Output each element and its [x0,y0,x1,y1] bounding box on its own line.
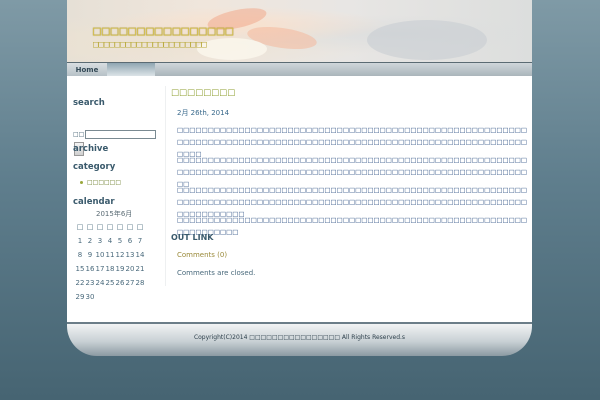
site-description: □□□□□□□□□□□□□□□□□□□□□ [93,40,207,50]
calendar-day: 13 [125,251,135,259]
site-header: □□□□□□□□□□□□□□□□ □□□□□□□□□□□□□□□□□□□□□ [67,0,532,62]
post-date: 2月 26th, 2014 [177,109,230,117]
out-link-heading: OUT LINK [171,233,214,242]
calendar-day: 21 [135,265,145,273]
calendar-day [135,290,145,304]
calendar-week-row: 29 30 [75,290,145,304]
calendar-day: 7 [137,237,143,245]
main-area: search □□ archive category □□□□□□ calend… [67,76,532,324]
page-container: □□□□□□□□□□□□□□□□ □□□□□□□□□□□□□□□□□□□□□ H… [67,0,532,356]
calendar-day [125,290,135,304]
comments-closed-text: Comments are closed. [177,269,256,277]
site-footer: Copyright(C)2014 □□□□□□□□□□□□□□□□ All Ri… [67,322,532,356]
comments-link[interactable]: Comments (0) [177,251,227,259]
calendar-weekday: □ [86,223,94,231]
calendar-day: 14 [135,251,145,259]
nav-bar: Home [67,62,532,77]
calendar-day: 16 [85,265,95,273]
calendar-day: 6 [127,237,133,245]
bullet-icon [80,181,83,184]
calendar-day: 27 [125,279,135,287]
calendar-day: 19 [115,265,125,273]
archive-heading: archive [73,144,109,154]
header-image-plate [197,38,267,60]
calendar-day: 8 [77,251,83,259]
calendar-day [115,290,125,304]
search-heading: search [73,98,105,108]
post-title-link[interactable]: □□□□□□□□ [171,88,235,98]
calendar-day: 18 [105,265,115,273]
calendar-heading: calendar [73,197,115,207]
calendar-day [105,290,115,304]
calendar-day: 20 [125,265,135,273]
calendar-day: 1 [77,237,83,245]
calendar-day: 30 [85,293,95,301]
calendar-day: 15 [75,265,85,273]
calendar-weekday: □ [136,223,144,231]
calendar-weekday: □ [96,223,104,231]
calendar-weekday: □ [106,223,114,231]
calendar-day [95,290,105,304]
copyright-text: Copyright(C)2014 □□□□□□□□□□□□□□□□ All Ri… [193,334,406,341]
post-paragraph: □□□□□□□□□□□□□□□□□□□□□□□□□□□□□□□□□□□□□□□□… [177,216,528,236]
calendar-day: 12 [115,251,125,259]
header-image-fish [367,20,487,60]
site-title[interactable]: □□□□□□□□□□□□□□□□ [93,24,234,39]
calendar-weekday: □ [116,223,124,231]
search-label: □□ [73,131,85,138]
calendar-grid: □ □ □ □ □ □ □ 1 2 3 4 5 6 7 8 9 10 11 12… [75,220,145,304]
calendar-day: 24 [95,279,105,287]
calendar-day: 3 [97,237,103,245]
calendar-day: 28 [135,279,145,287]
calendar-day: 22 [75,279,85,287]
calendar-weekday-row: □ □ □ □ □ □ □ [75,220,145,234]
column-divider [165,86,166,286]
category-item-link[interactable]: □□□□□□ [87,179,121,186]
calendar-weekday: □ [126,223,134,231]
calendar-weekday: □ [76,223,84,231]
calendar-day: 23 [85,279,95,287]
category-heading: category [73,162,116,172]
calendar-week-row: 22 23 24 25 26 27 28 [75,276,145,290]
calendar-week-row: 1 2 3 4 5 6 7 [75,234,145,248]
calendar-week-row: 15 16 17 18 19 20 21 [75,262,145,276]
calendar-day: 5 [117,237,123,245]
calendar-week-row: 8 9 10 11 12 13 14 [75,248,145,262]
calendar-day: 17 [95,265,105,273]
calendar-day: 29 [75,293,85,301]
calendar-caption: 2015年6月 [96,210,133,218]
nav-accent [107,63,155,77]
search-input[interactable] [85,130,156,139]
calendar-day: 2 [87,237,93,245]
nav-home-link[interactable]: Home [67,63,107,77]
calendar-day: 25 [105,279,115,287]
calendar-day: 11 [105,251,115,259]
calendar-day: 9 [87,251,93,259]
calendar-day: 10 [95,251,105,259]
calendar-day: 4 [107,237,113,245]
calendar-day: 26 [115,279,125,287]
